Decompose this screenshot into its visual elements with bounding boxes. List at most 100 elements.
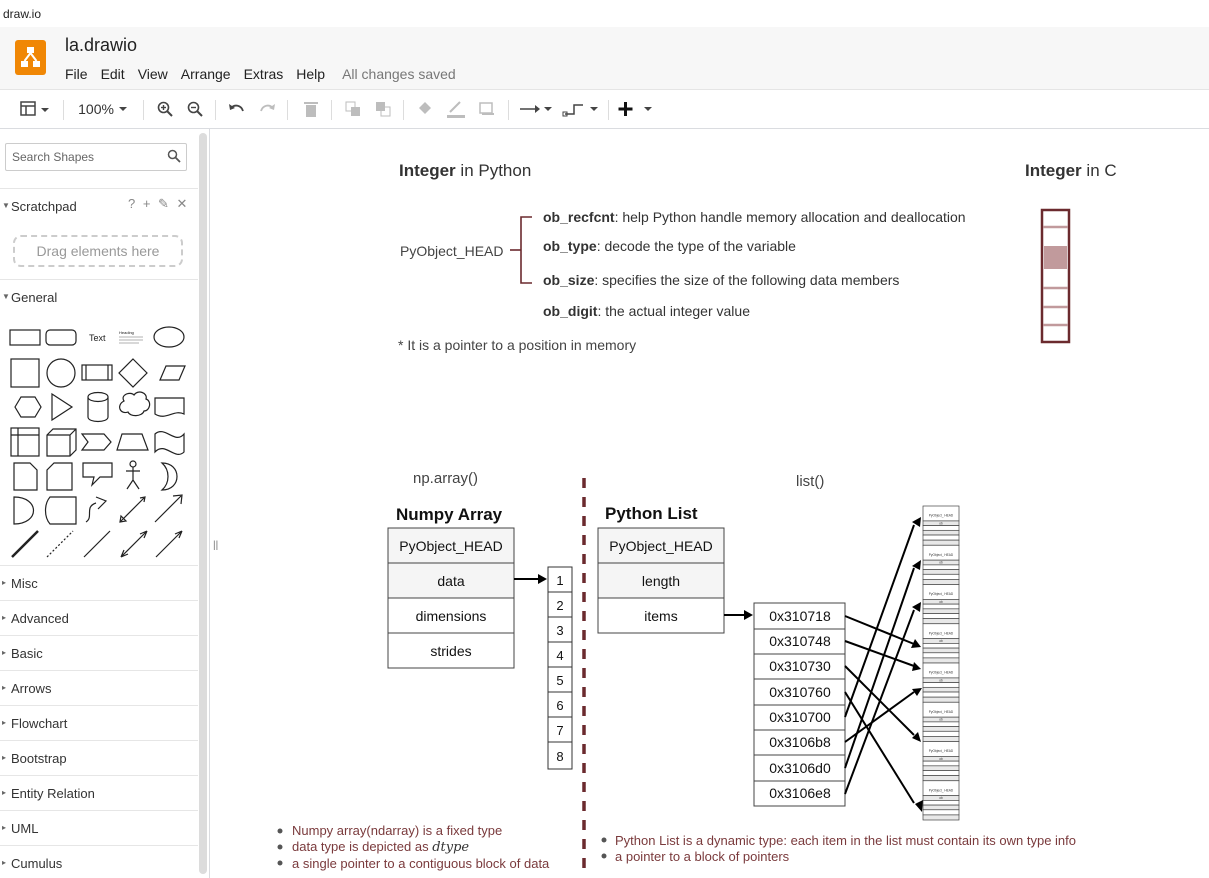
numpy-bullet-2: data type is depicted as dtype [292,839,469,855]
memory-cell-label: PyObject_ HEAD [929,592,954,596]
sidebar-item-flowchart[interactable]: ▸ Flowchart [0,705,198,740]
zoom-select[interactable]: 100% [74,98,132,120]
np-value: 5 [556,673,563,688]
line-color-icon[interactable] [444,98,468,120]
insert-plus-icon[interactable] [618,98,656,120]
drawio-logo-icon [15,40,46,75]
int-c-rest: in C [1082,161,1117,180]
view-panels-button[interactable] [18,98,52,120]
pointer-note: * It is a pointer to a position in memor… [398,337,636,353]
sidebar-item-entity-relation[interactable]: ▸ Entity Relation [0,775,198,810]
memory-cell [922,573,960,580]
int-python-rest: in Python [456,161,532,180]
pylist-title: Python List [605,504,698,523]
menu-view[interactable]: View [138,66,168,82]
zoom-in-icon[interactable] [154,98,176,120]
memory-cell-label: PyObject_ HEAD [929,514,954,518]
np-value: 8 [556,749,563,764]
window-titlebar: draw.io [0,0,1209,27]
memory-cell [922,608,960,614]
memory-cell-label: PyObject_ HEAD [929,631,954,635]
field-ob-type: ob_type: decode the type of the variable [543,238,796,254]
np-value: 1 [556,573,563,588]
zoom-out-icon[interactable] [184,98,206,120]
scratchpad-dropzone[interactable]: Drag elements here [13,235,183,267]
menu-bar: File Edit View Arrange Extras Help All c… [65,66,469,82]
pointer-arrowheads [911,517,923,812]
memory-cell-label: PyObject_ HEAD [929,788,954,792]
menu-extras[interactable]: Extras [244,66,284,82]
memory-cell [922,603,960,610]
menu-edit[interactable]: Edit [101,66,125,82]
sidebar-item-arrows[interactable]: ▸ Arrows [0,670,198,705]
list-bullet-2: a pointer to a block of pointers [615,849,790,864]
scratchpad-label: Scratchpad [11,199,77,214]
field-bracket [510,216,532,284]
search-placeholder: Search Shapes [12,150,95,164]
np-value: 6 [556,698,563,713]
general-header[interactable]: ▼ General [0,279,198,314]
sidebar-item-label: Entity Relation [11,786,95,801]
scratchpad-actions-icon[interactable]: ? + ✎ ✕ [128,196,189,212]
general-shapes-palette[interactable]: Text Heading [0,317,198,563]
list-bullets: Python List is a dynamic type: each item… [601,833,1076,864]
chevron-right-icon: ▸ [2,613,7,622]
to-back-icon[interactable] [372,98,394,120]
chevron-right-icon: ▸ [2,858,7,867]
document-title[interactable]: la.drawio [65,35,137,56]
sidebar-scrollbar[interactable] [199,133,207,874]
fill-color-icon[interactable] [414,98,436,120]
memory-cell [922,721,960,727]
sidebar-item-bootstrap[interactable]: ▸ Bootstrap [0,740,198,775]
app-header: la.drawio File Edit View Arrange Extras … [0,27,1209,89]
memory-cell [922,760,960,767]
pointer-arrows [844,524,915,804]
pylist-row-length: length [642,573,680,589]
numpy-title: Numpy Array [396,505,503,524]
connection-style-icon[interactable] [518,98,554,120]
pyobject-head-label: PyObject_HEAD [400,243,503,259]
redo-icon[interactable] [256,98,278,120]
sidebar-item-advanced[interactable]: ▸ Advanced [0,600,198,635]
search-icon[interactable] [167,149,181,166]
palette-heading-label: Heading [119,330,134,335]
field-ob-recfcnt: ob_recfcnt: help Python handle memory al… [543,209,966,225]
delete-icon[interactable] [300,98,322,120]
memory-cell [922,691,960,698]
field-ob-digit: ob_digit: the actual integer value [543,303,750,319]
waypoints-icon[interactable] [562,98,600,120]
memory-cell [922,525,960,531]
sidebar-item-label: Flowchart [11,716,68,731]
memory-cell [922,657,960,664]
shadow-icon[interactable] [476,98,498,120]
memory-cell [922,579,960,585]
memory-cell [922,534,960,541]
list-bullet-1: Python List is a dynamic type: each item… [615,833,1076,848]
np-value: 2 [556,598,563,613]
memory-cell [922,647,960,654]
memory-cell [922,809,960,816]
to-front-icon[interactable] [342,98,364,120]
undo-icon[interactable] [226,98,248,120]
menu-help[interactable]: Help [296,66,325,82]
chevron-right-icon: ▸ [2,683,7,692]
sidebar-item-cumulus[interactable]: ▸ Cumulus [0,845,198,878]
sidebar-item-label: Arrows [11,681,52,696]
diagram-canvas[interactable]: Integer in Python Integer in C PyObject_… [222,129,1209,878]
memory-cell [922,804,960,811]
memory-cell [922,775,960,782]
search-shapes-input[interactable]: Search Shapes [5,143,187,171]
numpy-bullet-3: a single pointer to a contiguous block o… [292,856,550,871]
memory-cell-label: ob [939,561,943,565]
memory-cell-label: ob [939,796,943,800]
chevron-right-icon: ▸ [2,718,7,727]
sidebar-item-label: Misc [11,576,38,591]
sidebar-item-basic[interactable]: ▸ Basic [0,635,198,670]
sidebar-item-misc[interactable]: ▸ Misc [0,565,198,600]
sidebar-item-uml[interactable]: ▸ UML [0,810,198,845]
menu-file[interactable]: File [65,66,88,82]
memory-cell [922,529,960,536]
chevron-right-icon: ▸ [2,753,7,762]
menu-arrange[interactable]: Arrange [181,66,231,82]
sidebar-splitter[interactable]: || [213,540,218,551]
